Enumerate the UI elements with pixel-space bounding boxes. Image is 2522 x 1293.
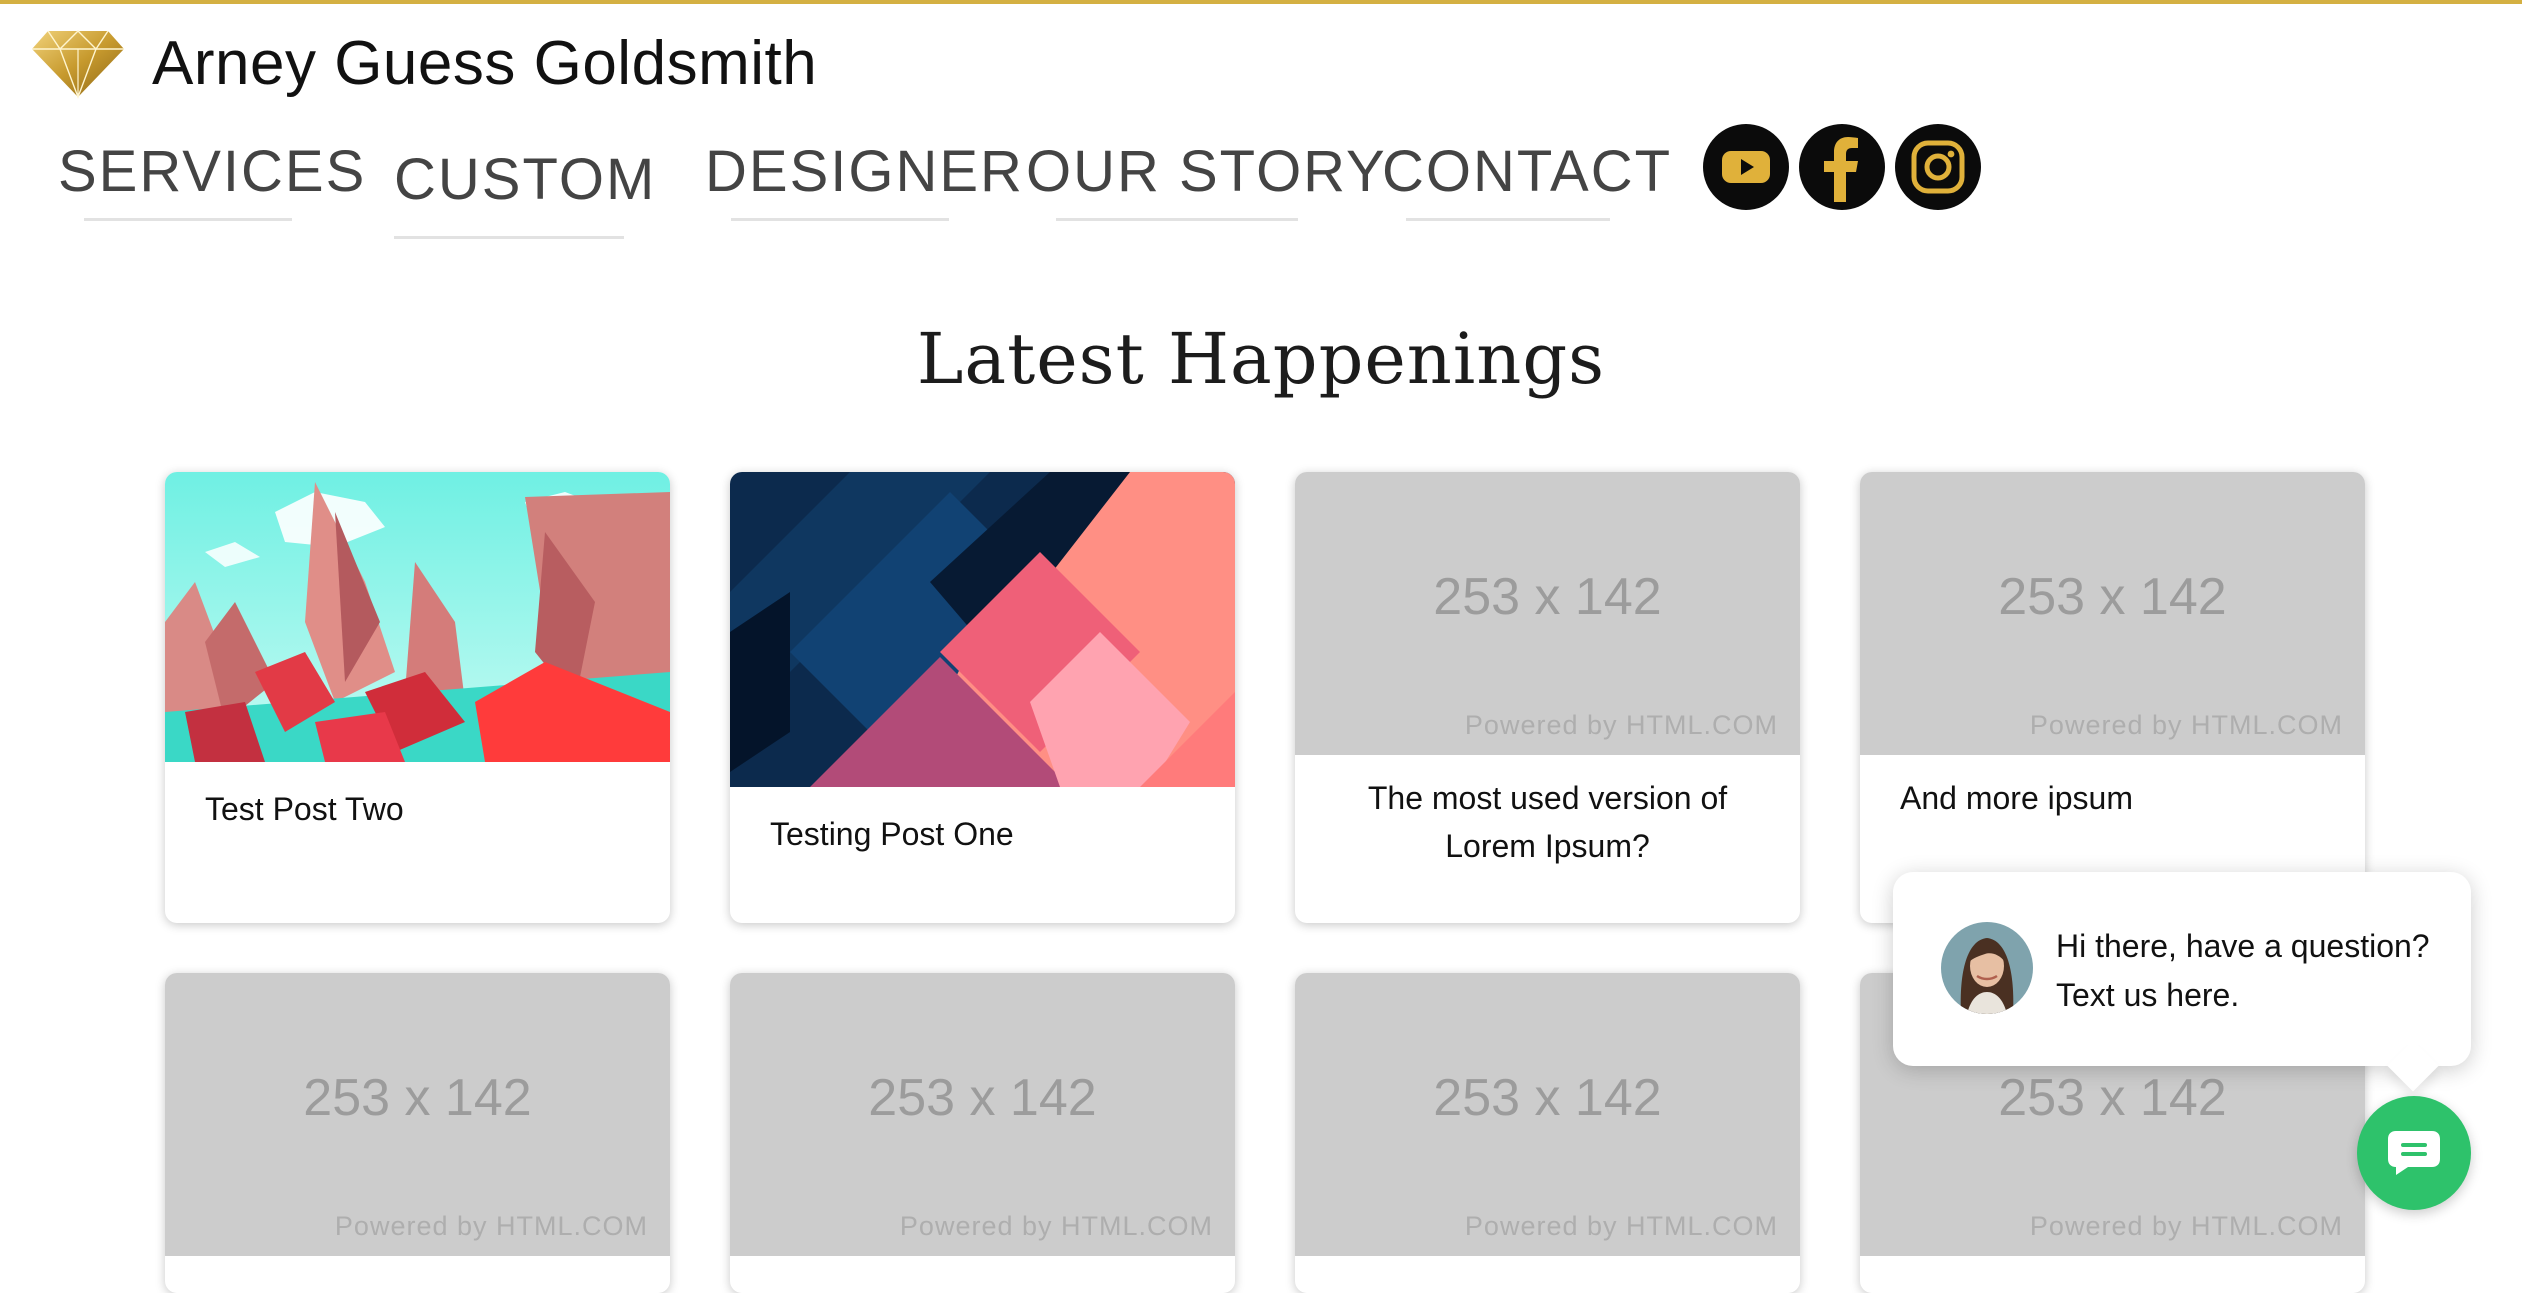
placeholder-size: 253 x 142	[1433, 567, 1662, 626]
diamond-icon	[32, 29, 124, 99]
image-placeholder: 253 x 142 Powered by HTML.COM	[1295, 472, 1800, 755]
post-card[interactable]: 253 x 142 Powered by HTML.COM And more i…	[1860, 472, 2365, 923]
nav-item-label: SERVICES	[58, 139, 367, 204]
chat-message: Hi there, have a question? Text us here.	[2056, 928, 2430, 1013]
post-title: And more ipsum	[1900, 780, 2133, 816]
post-image: 253 x 142 Powered by HTML.COM	[1295, 973, 1800, 1256]
post-title: Testing Post One	[770, 816, 1014, 852]
instagram-link[interactable]	[1895, 124, 1981, 210]
post-card[interactable]: 253 x 142 Powered by HTML.COM	[730, 973, 1235, 1293]
post-card[interactable]: 253 x 142 Powered by HTML.COM	[165, 973, 670, 1293]
post-card[interactable]: Test Post Two	[165, 472, 670, 923]
chat-icon	[2388, 1131, 2440, 1175]
nav-item-label: CONTACT	[1382, 139, 1673, 204]
top-accent-line	[0, 0, 2522, 4]
post-card[interactable]: Testing Post One	[730, 472, 1235, 923]
nav-underline	[731, 218, 949, 221]
facebook-icon	[1824, 137, 1858, 202]
placeholder-size: 253 x 142	[1998, 1068, 2227, 1127]
brand[interactable]: Arney Guess Goldsmith	[32, 28, 817, 99]
nav-underline	[1056, 218, 1298, 221]
youtube-icon	[1722, 151, 1770, 183]
post-title: Test Post Two	[205, 791, 404, 827]
placeholder-size: 253 x 142	[303, 1068, 532, 1127]
avatar	[1941, 922, 2033, 1014]
placeholder-size: 253 x 142	[1998, 567, 2227, 626]
image-placeholder: 253 x 142 Powered by HTML.COM	[730, 973, 1235, 1256]
nav-item-services[interactable]: SERVICES	[58, 138, 367, 221]
section-heading: Latest Happenings	[916, 318, 1606, 400]
placeholder-size: 253 x 142	[1433, 1068, 1662, 1127]
post-image: 253 x 142 Powered by HTML.COM	[1295, 472, 1800, 755]
nav-item-contact[interactable]: CONTACT	[1382, 138, 1673, 221]
post-card[interactable]: 253 x 142 Powered by HTML.COM The most u…	[1295, 472, 1800, 923]
chat-prompt-bubble[interactable]: Hi there, have a question? Text us here.	[1893, 872, 2471, 1092]
placeholder-credit: Powered by HTML.COM	[1464, 710, 1778, 740]
post-image	[165, 472, 670, 762]
nav-item-custom[interactable]: CUSTOM	[394, 146, 657, 239]
nav-item-label: OUR STORY	[1026, 139, 1387, 204]
nav-item-designer[interactable]: DESIGNER	[705, 138, 1024, 221]
post-image: 253 x 142 Powered by HTML.COM	[1860, 472, 2365, 755]
youtube-link[interactable]	[1703, 124, 1789, 210]
facebook-link[interactable]	[1799, 124, 1885, 210]
image-placeholder: 253 x 142 Powered by HTML.COM	[165, 973, 670, 1256]
nav-underline	[84, 218, 292, 221]
placeholder-credit: Powered by HTML.COM	[1464, 1211, 1778, 1241]
nav-item-label: CUSTOM	[394, 147, 657, 212]
post-image: 253 x 142 Powered by HTML.COM	[165, 973, 670, 1256]
post-image	[730, 472, 1235, 787]
brand-name: Arney Guess Goldsmith	[152, 29, 818, 98]
instagram-icon	[1911, 140, 1965, 194]
placeholder-size: 253 x 142	[868, 1068, 1097, 1127]
nav-underline	[1406, 218, 1610, 221]
image-placeholder: 253 x 142 Powered by HTML.COM	[1295, 973, 1800, 1256]
bubble-pointer	[2387, 1040, 2439, 1092]
post-title: The most used version of Lorem Ipsum?	[1367, 780, 1728, 864]
post-image: 253 x 142 Powered by HTML.COM	[730, 973, 1235, 1256]
placeholder-credit: Powered by HTML.COM	[2029, 1211, 2343, 1241]
low-poly-landscape-image	[165, 472, 670, 762]
nav-item-label: DESIGNER	[705, 139, 1024, 204]
chat-launcher-button[interactable]	[2357, 1096, 2471, 1210]
nav-item-our-story[interactable]: OUR STORY	[1026, 138, 1387, 221]
abstract-geometric-image	[730, 472, 1235, 787]
nav-underline	[394, 236, 624, 239]
image-placeholder: 253 x 142 Powered by HTML.COM	[1860, 472, 2365, 755]
placeholder-credit: Powered by HTML.COM	[2029, 710, 2343, 740]
placeholder-credit: Powered by HTML.COM	[334, 1211, 648, 1241]
placeholder-credit: Powered by HTML.COM	[899, 1211, 1213, 1241]
post-card[interactable]: 253 x 142 Powered by HTML.COM	[1295, 973, 1800, 1293]
